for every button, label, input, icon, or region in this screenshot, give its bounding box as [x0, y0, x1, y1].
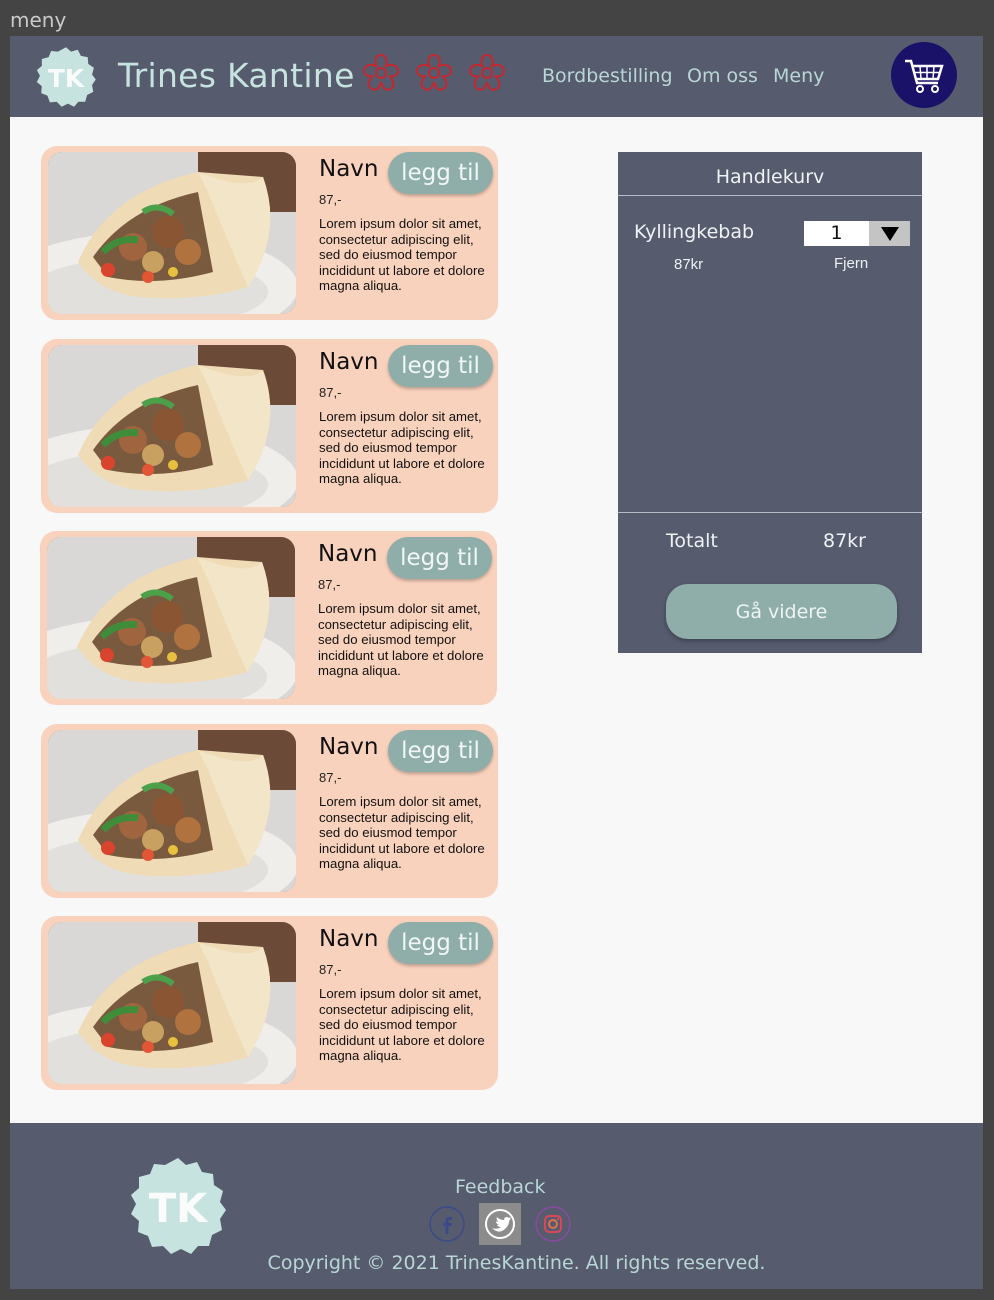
menu-item-card: Navn legg til 87,- Lorem ipsum dolor sit… — [41, 146, 498, 320]
item-description: Lorem ipsum dolor sit amet, consectetur … — [318, 601, 484, 678]
item-name: Navn — [319, 734, 379, 760]
feedback-link[interactable]: Feedback — [455, 1176, 545, 1198]
instagram-icon[interactable] — [532, 1203, 574, 1245]
page-frame: Trines Kantine Bordbestilling Om oss Men… — [10, 36, 983, 1289]
flower-outline-icon — [363, 54, 399, 91]
total-value: 87kr — [823, 530, 866, 552]
cart-item-name: Kyllingkebab — [634, 221, 755, 243]
add-to-cart-button[interactable]: legg til — [388, 152, 493, 194]
item-price: 87,- — [319, 385, 342, 400]
menu-item-card: Navn legg til 87,- Lorem ipsum dolor sit… — [40, 531, 497, 705]
total-label: Totalt — [666, 530, 718, 552]
menu-item-card: Navn legg til 87,- Lorem ipsum dolor sit… — [41, 339, 498, 513]
divider — [618, 512, 922, 513]
remove-item-link[interactable]: Fjern — [834, 255, 868, 272]
flower-outline-icon — [469, 54, 505, 91]
food-image — [47, 537, 295, 699]
quantity-select[interactable]: 1 — [804, 221, 910, 246]
menu-item-card: Navn legg til 87,- Lorem ipsum dolor sit… — [41, 916, 498, 1090]
cart-button[interactable] — [891, 42, 957, 108]
cart-title: Handlekurv — [715, 166, 825, 188]
brand-name: Trines Kantine — [118, 56, 355, 95]
frame-label: meny — [10, 8, 67, 32]
item-name: Navn — [319, 349, 379, 375]
divider — [618, 195, 922, 196]
food-image — [48, 152, 296, 314]
rating — [363, 54, 505, 91]
item-description: Lorem ipsum dolor sit amet, consectetur … — [319, 216, 485, 293]
item-price: 87,- — [318, 577, 341, 592]
food-image — [48, 730, 296, 892]
shopping-cart-icon — [905, 59, 944, 93]
add-to-cart-button[interactable]: legg til — [388, 345, 493, 387]
header: Trines Kantine Bordbestilling Om oss Men… — [10, 36, 983, 117]
logo[interactable] — [35, 46, 97, 108]
item-description: Lorem ipsum dolor sit amet, consectetur … — [319, 986, 485, 1063]
item-price: 87,- — [319, 770, 342, 785]
item-description: Lorem ipsum dolor sit amet, consectetur … — [319, 794, 485, 871]
facebook-icon[interactable] — [426, 1203, 468, 1245]
food-image — [48, 345, 296, 507]
dropdown-arrow-icon[interactable] — [869, 221, 910, 246]
proceed-button[interactable]: Gå videre — [666, 584, 897, 639]
nav-om-oss[interactable]: Om oss — [687, 65, 758, 87]
add-to-cart-button[interactable]: legg til — [388, 730, 493, 772]
add-to-cart-button[interactable]: legg til — [387, 537, 492, 579]
flower-outline-icon — [416, 54, 452, 91]
item-price: 87,- — [319, 192, 342, 207]
copyright-text: Copyright © 2021 TrinesKantine. All righ… — [267, 1252, 766, 1274]
nav-bordbestilling[interactable]: Bordbestilling — [542, 65, 673, 87]
quantity-value: 1 — [830, 222, 843, 244]
item-description: Lorem ipsum dolor sit amet, consectetur … — [319, 409, 485, 486]
item-name: Navn — [318, 541, 378, 567]
footer-logo[interactable] — [128, 1156, 228, 1256]
item-name: Navn — [319, 926, 379, 952]
add-to-cart-button[interactable]: legg til — [388, 922, 493, 964]
cart-item-price: 87kr — [674, 256, 704, 273]
nav-meny[interactable]: Meny — [773, 65, 824, 87]
item-name: Navn — [319, 156, 379, 182]
food-image — [48, 922, 296, 1084]
menu-item-card: Navn legg til 87,- Lorem ipsum dolor sit… — [41, 724, 498, 898]
item-price: 87,- — [319, 962, 342, 977]
twitter-icon[interactable] — [479, 1203, 521, 1245]
footer: Feedback Copyright © 2021 TrinesKantine.… — [10, 1123, 983, 1289]
cart-panel: Handlekurv Kyllingkebab 1 87kr Fjern Tot… — [618, 152, 922, 653]
